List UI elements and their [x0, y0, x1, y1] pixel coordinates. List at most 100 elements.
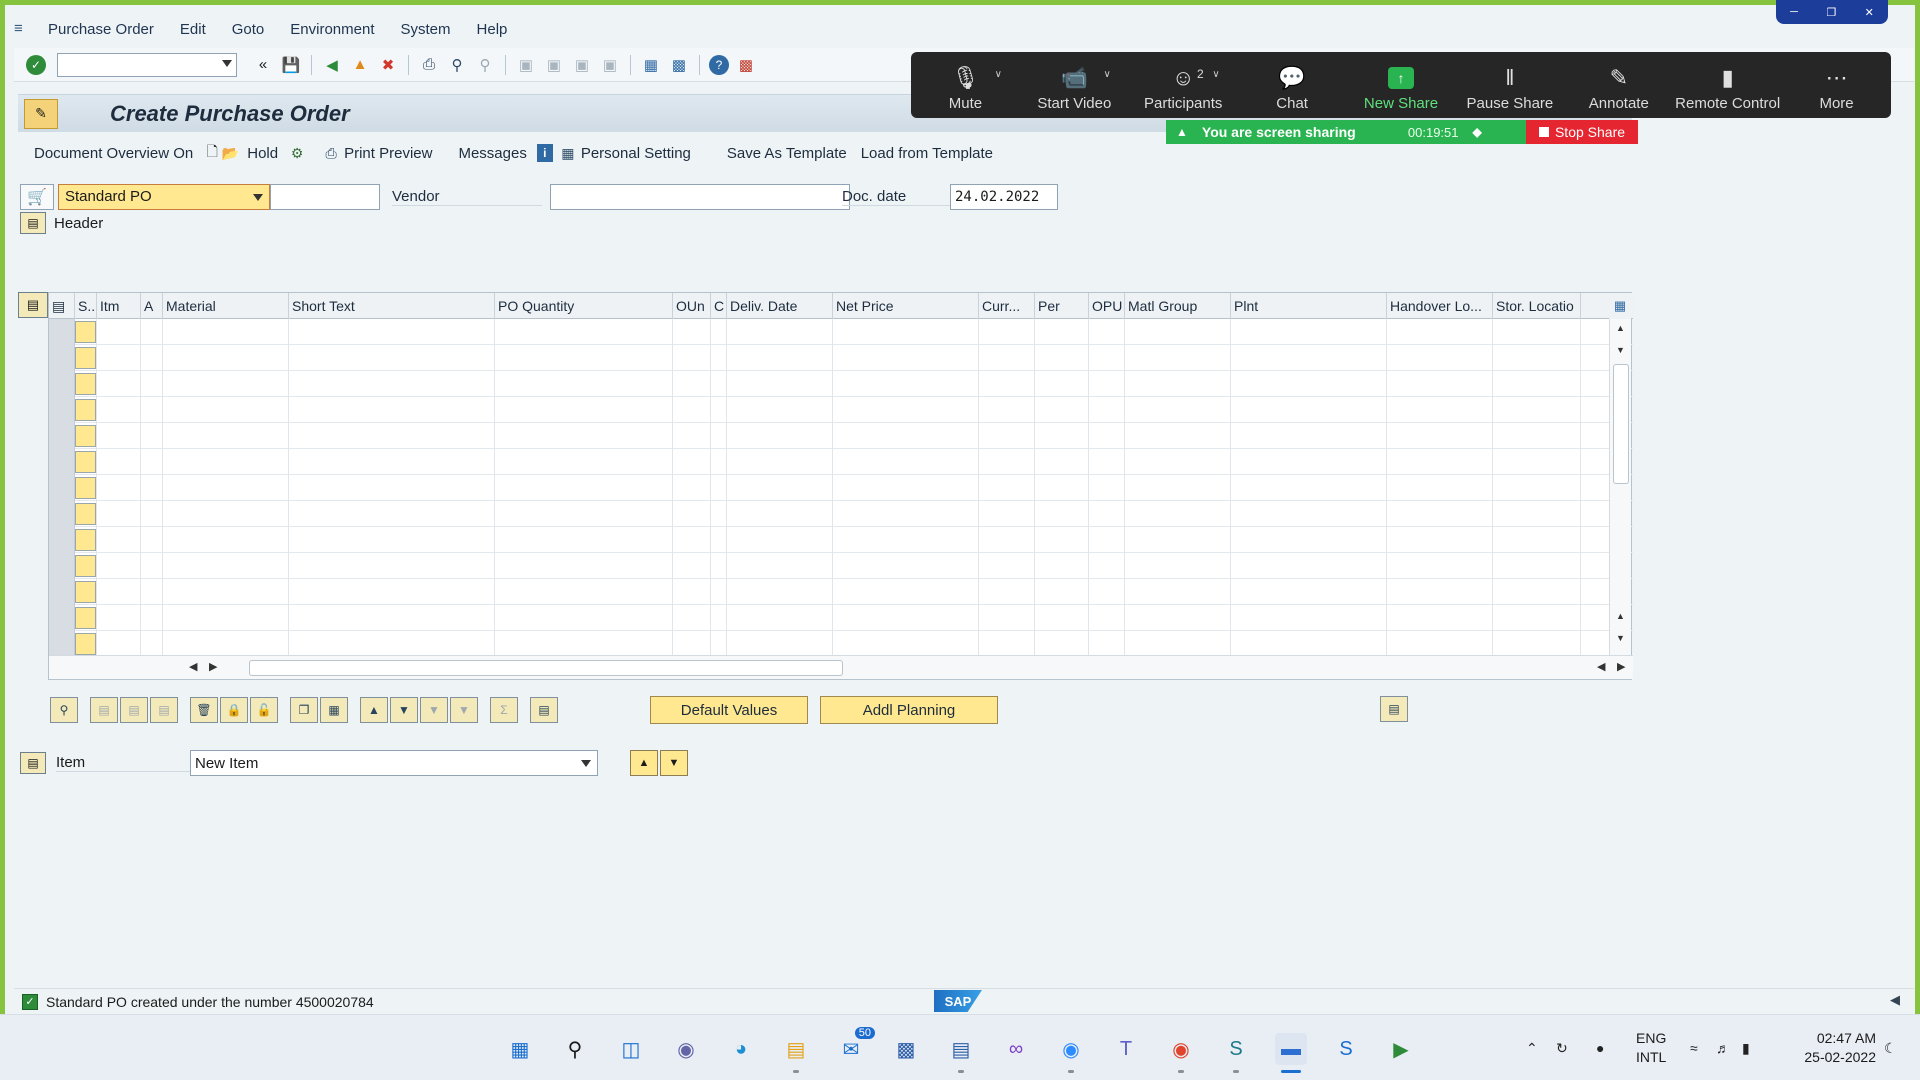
doc-date-field[interactable]: 24.02.2022	[950, 184, 1058, 210]
column-header[interactable]: Curr...	[979, 293, 1035, 319]
table-cell[interactable]	[495, 397, 673, 423]
teams-icon[interactable]: T	[1110, 1033, 1142, 1065]
help-icon[interactable]: ?	[709, 54, 729, 75]
table-row[interactable]	[49, 579, 1633, 605]
status-cell[interactable]	[75, 345, 97, 371]
table-cell[interactable]	[1125, 345, 1231, 371]
table-cell[interactable]	[833, 579, 979, 605]
table-cell[interactable]	[673, 371, 711, 397]
table-cell[interactable]	[727, 423, 833, 449]
zoom-icon[interactable]: ◉	[1055, 1033, 1087, 1073]
table-cell[interactable]	[727, 501, 833, 527]
table-cell[interactable]	[1387, 397, 1493, 423]
table-cell[interactable]	[1493, 527, 1581, 553]
table-cell[interactable]	[1493, 579, 1581, 605]
table-cell[interactable]	[1035, 397, 1089, 423]
column-header[interactable]: Plnt	[1231, 293, 1387, 319]
column-header[interactable]: OPU	[1089, 293, 1125, 319]
table-row[interactable]	[49, 319, 1633, 345]
table-row[interactable]	[49, 631, 1633, 657]
table-cell[interactable]	[1035, 423, 1089, 449]
sap-logon-icon[interactable]: ▩	[890, 1033, 922, 1065]
notepad-icon[interactable]: ▤	[945, 1033, 977, 1073]
table-cell[interactable]	[673, 501, 711, 527]
other-po-icon[interactable]: 📂	[221, 143, 239, 163]
screen-sharing-banner[interactable]: ▲ You are screen sharing 00:19:51 ◆	[1166, 120, 1526, 144]
scroll-down-icon[interactable]: ▼	[1616, 345, 1625, 355]
table-cell[interactable]	[141, 553, 163, 579]
language-indicator[interactable]: ENG INTL	[1636, 1029, 1666, 1067]
table-cell[interactable]	[163, 553, 289, 579]
table-cell[interactable]	[97, 397, 141, 423]
layout-icon[interactable]: ▤	[530, 697, 558, 723]
table-cell[interactable]	[979, 423, 1035, 449]
table-cell[interactable]	[97, 475, 141, 501]
table-cell[interactable]	[97, 605, 141, 631]
table-cell[interactable]	[1231, 371, 1387, 397]
table-cell[interactable]	[673, 605, 711, 631]
table-cell[interactable]	[1231, 449, 1387, 475]
table-cell[interactable]	[711, 475, 727, 501]
paste-icon[interactable]: ▦	[320, 697, 348, 723]
table-cell[interactable]	[1493, 371, 1581, 397]
table-cell[interactable]	[141, 423, 163, 449]
table-cell[interactable]	[289, 423, 495, 449]
table-cell[interactable]	[1493, 397, 1581, 423]
table-cell[interactable]	[727, 631, 833, 657]
column-header[interactable]: Itm	[97, 293, 141, 319]
table-cell[interactable]	[727, 527, 833, 553]
load-from-template-button[interactable]: Load from Template	[861, 145, 993, 162]
messages-button[interactable]: Messages	[458, 145, 526, 162]
table-cell[interactable]	[711, 605, 727, 631]
sort-ascending-icon[interactable]: ▲	[360, 697, 388, 723]
table-cell[interactable]	[1125, 397, 1231, 423]
table-cell[interactable]	[97, 631, 141, 657]
table-cell[interactable]	[727, 397, 833, 423]
table-cell[interactable]	[1493, 501, 1581, 527]
table-cell[interactable]	[711, 553, 727, 579]
table-row[interactable]	[49, 449, 1633, 475]
table-cell[interactable]	[1125, 449, 1231, 475]
table-cell[interactable]	[711, 371, 727, 397]
row-selector[interactable]	[49, 319, 75, 345]
document-overview-button[interactable]: Document Overview On	[34, 145, 193, 162]
table-cell[interactable]	[1035, 475, 1089, 501]
chevron-down-icon[interactable]	[581, 760, 591, 767]
save-as-template-button[interactable]: Save As Template	[727, 145, 847, 162]
row-selector[interactable]	[49, 345, 75, 371]
table-cell[interactable]	[141, 319, 163, 345]
expand-item-icon[interactable]: ▤	[20, 752, 46, 774]
unlock-icon[interactable]: 🔓	[250, 697, 278, 723]
table-cell[interactable]	[1035, 605, 1089, 631]
table-cell[interactable]	[673, 579, 711, 605]
table-cell[interactable]	[289, 553, 495, 579]
row-selector[interactable]	[49, 397, 75, 423]
table-cell[interactable]	[833, 527, 979, 553]
table-cell[interactable]	[711, 579, 727, 605]
row-selector[interactable]	[49, 631, 75, 657]
table-cell[interactable]	[97, 345, 141, 371]
menu-environment[interactable]: Environment	[290, 21, 374, 38]
info-icon[interactable]: i	[536, 144, 553, 162]
table-cell[interactable]	[979, 345, 1035, 371]
hold-button[interactable]: Hold	[247, 145, 278, 162]
table-cell[interactable]	[1387, 345, 1493, 371]
table-cell[interactable]	[1125, 553, 1231, 579]
table-cell[interactable]	[979, 527, 1035, 553]
table-row[interactable]	[49, 371, 1633, 397]
table-cell[interactable]	[1387, 631, 1493, 657]
table-cell[interactable]	[1035, 579, 1089, 605]
table-cell[interactable]	[711, 527, 727, 553]
table-cell[interactable]	[1035, 449, 1089, 475]
table-cell[interactable]	[97, 371, 141, 397]
table-cell[interactable]	[1493, 631, 1581, 657]
row-selector[interactable]	[49, 553, 75, 579]
table-cell[interactable]	[163, 371, 289, 397]
item-detail-toggle[interactable]: ▤ Item	[20, 750, 192, 776]
table-cell[interactable]	[97, 553, 141, 579]
add-row-icon[interactable]: ▤	[90, 697, 118, 723]
chevron-down-icon[interactable]	[222, 59, 232, 67]
table-cell[interactable]	[163, 527, 289, 553]
status-cell[interactable]	[75, 423, 97, 449]
menu-purchase-order[interactable]: Purchase Order	[48, 21, 154, 38]
